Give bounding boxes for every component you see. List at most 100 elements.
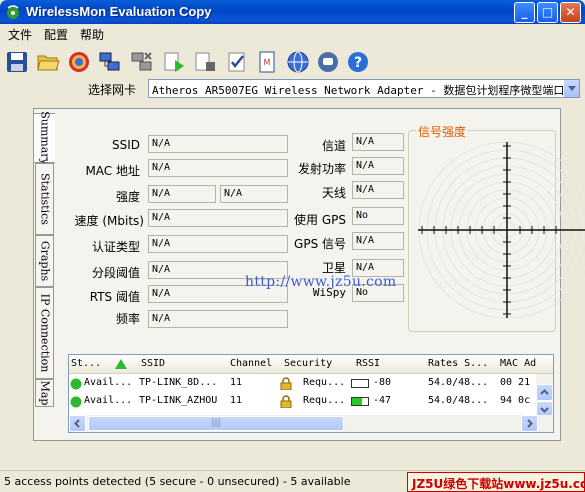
play-log-icon[interactable]: [162, 50, 186, 74]
menu-file[interactable]: 文件: [8, 26, 32, 43]
speed-label: 速度 (Mbits): [74, 214, 144, 228]
globe-icon[interactable]: [286, 50, 310, 74]
ap-status: Avail...: [84, 377, 133, 388]
tx-power-value: N/A: [352, 157, 404, 175]
col-ssid[interactable]: SSID: [141, 358, 165, 369]
adapter-select[interactable]: Atheros AR5007EG Wireless Network Adapte…: [148, 79, 580, 98]
chevron-up-icon: [540, 389, 549, 395]
close-icon: ✕: [565, 5, 576, 19]
scroll-right-button[interactable]: [521, 415, 538, 432]
ap-rssi: -80: [373, 377, 392, 388]
report-icon[interactable]: M: [255, 50, 279, 74]
ap-rssi: -47: [373, 395, 392, 406]
frequency-value: N/A: [148, 310, 288, 328]
ap-channel: 11: [230, 377, 243, 388]
rssi-meter: [351, 397, 369, 406]
horizontal-scrollbar[interactable]: |||: [69, 415, 553, 432]
tab-map-label: Map: [38, 380, 51, 406]
svg-text:M: M: [264, 58, 271, 67]
menu-help[interactable]: 帮助: [80, 26, 104, 43]
svg-text:?: ?: [354, 55, 362, 71]
help-icon[interactable]: ?: [346, 50, 370, 74]
adapter-label: 选择网卡: [88, 83, 137, 97]
mac-value: N/A: [148, 159, 288, 177]
ap-rates: 54.0/48...: [428, 377, 489, 388]
disconnected-computers-icon[interactable]: [130, 50, 154, 74]
ap-ssid: TP-LINK_8D...: [139, 377, 218, 388]
menu-config[interactable]: 配置: [44, 26, 68, 43]
col-status[interactable]: St...: [71, 358, 101, 369]
ap-security: Requ...: [303, 395, 346, 406]
col-rates[interactable]: Rates S...: [428, 358, 488, 369]
window-title: WirelessMon Evaluation Copy: [26, 4, 212, 19]
vertical-tabs: Summary Statistics Graphs IP Connection …: [33, 111, 55, 423]
stop-log-icon[interactable]: [193, 50, 217, 74]
ssid-value: N/A: [148, 135, 288, 153]
checklist-icon[interactable]: [225, 50, 249, 74]
tab-ip-connection-label: IP Connection: [38, 293, 51, 373]
scroll-left-button[interactable]: [69, 415, 86, 432]
col-rssi[interactable]: RSSI: [356, 358, 380, 369]
ap-mac: 00 21: [500, 377, 531, 388]
table-row[interactable]: Avail... TP-LINK_8D... 11 Requ... -80 54…: [69, 376, 539, 392]
vertical-scrollbar[interactable]: [536, 374, 553, 418]
rssi-meter: [351, 379, 369, 388]
gps-signal-label: GPS 信号: [294, 237, 346, 251]
chat-icon[interactable]: [316, 50, 340, 74]
strength-label: 强度: [115, 190, 140, 204]
status-green-icon: [70, 396, 82, 408]
maximize-button[interactable]: □: [537, 2, 558, 23]
scroll-thumb[interactable]: |||: [88, 416, 344, 431]
tab-summary-label: Summary: [38, 111, 51, 165]
col-channel[interactable]: Channel: [230, 358, 272, 369]
list-header: St... SSID Channel Security RSSI Rates S…: [69, 355, 553, 374]
access-point-list[interactable]: St... SSID Channel Security RSSI Rates S…: [68, 354, 554, 433]
toolbar: M ?: [0, 44, 585, 78]
chevron-right-icon: [527, 419, 533, 428]
chevron-down-icon[interactable]: [563, 80, 579, 97]
scroll-thumb-grip: |||: [211, 418, 221, 428]
use-gps-value: No: [352, 207, 404, 225]
mac-label: MAC 地址: [85, 164, 140, 178]
open-folder-icon[interactable]: [36, 50, 60, 74]
minimize-icon: _: [521, 5, 528, 19]
tab-summary[interactable]: Summary: [33, 111, 55, 165]
auth-type-label: 认证类型: [91, 240, 140, 254]
save-icon[interactable]: [5, 50, 29, 74]
target-icon[interactable]: [67, 50, 91, 74]
strength-value-2: N/A: [220, 185, 288, 203]
watermark-url: http://www.jz5u.com: [245, 274, 397, 290]
ap-security: Requ...: [303, 377, 346, 388]
tab-ip-connection[interactable]: IP Connection: [35, 287, 54, 379]
col-mac[interactable]: MAC Ad: [500, 358, 536, 369]
maximize-icon: □: [541, 5, 554, 19]
status-text: 5 access points detected (5 secure - 0 u…: [4, 475, 351, 488]
strength-value: N/A: [148, 185, 216, 203]
ap-channel: 11: [230, 395, 243, 406]
channel-value: N/A: [352, 133, 404, 151]
title-bar: WirelessMon Evaluation Copy _ □ ✕: [0, 0, 585, 24]
ssid-label: SSID: [111, 138, 140, 152]
adapter-value: Atheros AR5007EG Wireless Network Adapte…: [152, 84, 565, 97]
col-security[interactable]: Security: [284, 358, 332, 369]
ap-ssid: TP-LINK_AZHOU: [139, 395, 218, 406]
tab-graphs[interactable]: Graphs: [35, 235, 54, 287]
ap-status: Avail...: [84, 395, 133, 406]
auth-type-value: N/A: [148, 235, 288, 253]
frag-threshold-label: 分段阈值: [91, 266, 140, 280]
network-computers-icon[interactable]: [98, 50, 122, 74]
minimize-button[interactable]: _: [514, 2, 535, 23]
sort-up-icon[interactable]: [115, 359, 127, 369]
use-gps-label: 使用 GPS: [294, 213, 346, 227]
signal-radar: [418, 141, 585, 319]
tab-map[interactable]: Map: [35, 379, 54, 407]
close-button[interactable]: ✕: [560, 2, 581, 23]
site-badge-text: JZ5U绿色下载站www.jz5u.com: [412, 477, 585, 491]
tab-graphs-label: Graphs: [38, 240, 51, 282]
scroll-up-button[interactable]: [536, 384, 553, 401]
lock-icon: [280, 377, 292, 390]
speed-value: N/A: [148, 209, 288, 227]
rssi-meter-fill: [352, 398, 362, 405]
table-row[interactable]: Avail... TP-LINK_AZHOU 11 Requ... -47 54…: [69, 394, 539, 410]
site-badge: JZ5U绿色下载站www.jz5u.com: [407, 472, 585, 492]
